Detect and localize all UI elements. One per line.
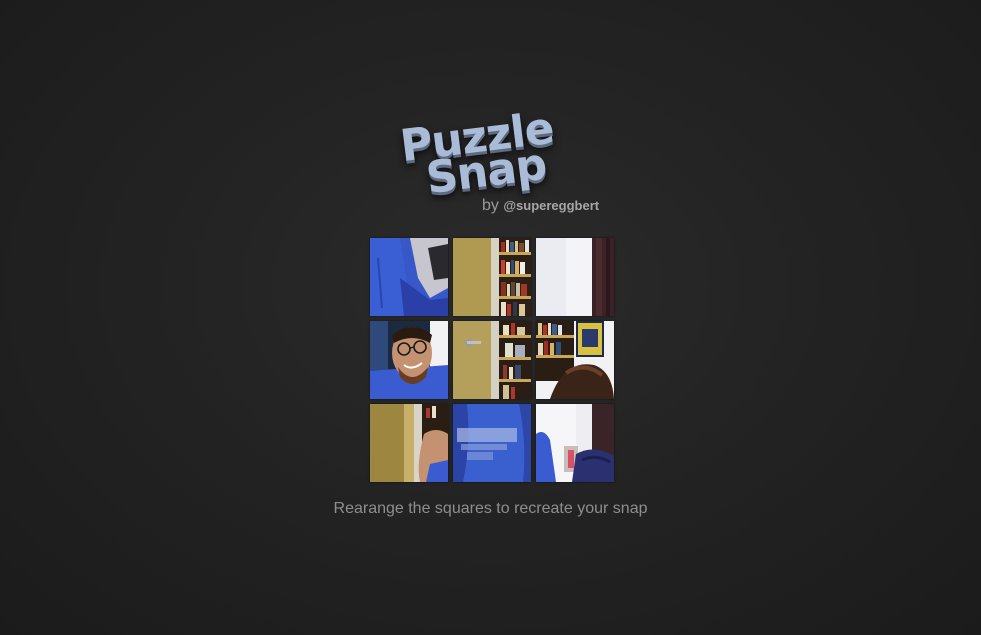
puzzle-tile-9[interactable] (536, 404, 614, 482)
puzzle-tile-6[interactable] (536, 321, 614, 399)
puzzle-tile-3[interactable] (536, 238, 614, 316)
puzzle-tile-4[interactable] (370, 321, 448, 399)
tile-image-shirt-print (453, 404, 531, 482)
tile-image-shoulder-room (536, 404, 614, 482)
puzzle-tile-7[interactable] (370, 404, 448, 482)
tile-image-door-bookshelf (453, 238, 531, 316)
tile-image-bookshelf-hair (536, 321, 614, 399)
puzzle-tile-8[interactable] (453, 404, 531, 482)
puzzle-board (370, 238, 615, 483)
puzzle-tile-2[interactable] (453, 238, 531, 316)
tile-image-wall-curtain (536, 238, 614, 316)
puzzle-snap-logo: Puzzle Snap (396, 103, 586, 204)
author-handle-link[interactable]: @supereggbert (503, 198, 599, 213)
author-byline: by @supereggbert (482, 197, 599, 215)
puzzle-tile-1[interactable] (370, 238, 448, 316)
tile-image-face (370, 321, 448, 399)
tile-image-door-handle (453, 321, 531, 399)
tile-image-door-arm (370, 404, 448, 482)
tile-image-shirt-shoulder (370, 238, 448, 316)
byline-prefix: by (482, 197, 499, 214)
instructions-text: Rearange the squares to recreate your sn… (333, 500, 648, 517)
puzzle-tile-5[interactable] (453, 321, 531, 399)
